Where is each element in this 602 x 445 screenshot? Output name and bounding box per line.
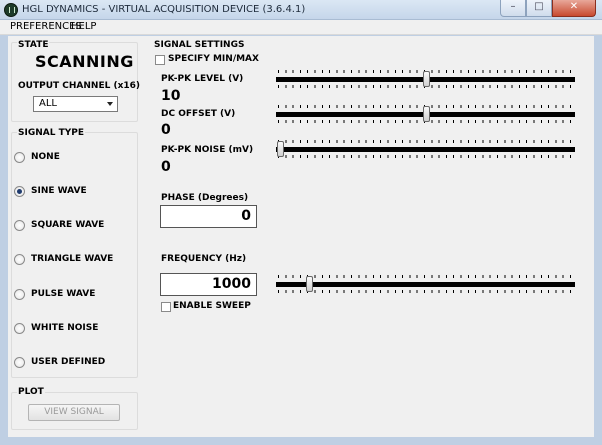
pkpk-level-slider[interactable] bbox=[276, 70, 575, 88]
signal-type-option[interactable]: USER DEFINED bbox=[14, 355, 105, 369]
signal-type-option-label: NONE bbox=[31, 152, 60, 162]
signal-type-option[interactable]: NONE bbox=[14, 150, 60, 164]
frequency-slider[interactable] bbox=[276, 275, 575, 293]
output-channel-select[interactable]: ALL bbox=[33, 96, 118, 112]
state-value: SCANNING bbox=[35, 52, 134, 71]
slider-ticks bbox=[278, 290, 573, 293]
main-panel: STATE SCANNING OUTPUT CHANNEL (x16) ALL … bbox=[8, 36, 594, 437]
view-signal-button[interactable]: VIEW SIGNAL bbox=[28, 404, 120, 421]
slider-ticks bbox=[278, 140, 573, 143]
dc-offset-value: 0 bbox=[161, 122, 171, 138]
frequency-value: 1000 bbox=[212, 276, 251, 292]
slider-track bbox=[276, 147, 575, 152]
minimize-button[interactable]: – bbox=[500, 0, 526, 17]
pkpk-level-value: 10 bbox=[161, 88, 181, 104]
menu-help[interactable]: HELP bbox=[71, 21, 96, 32]
pkpk-noise-value: 0 bbox=[161, 159, 171, 175]
radio-button[interactable] bbox=[14, 253, 25, 265]
frequency-input[interactable]: 1000 bbox=[160, 273, 257, 296]
signal-type-option-label: TRIANGLE WAVE bbox=[31, 254, 114, 264]
radio-button[interactable] bbox=[14, 185, 25, 197]
signal-type-option-label: PULSE WAVE bbox=[31, 289, 96, 299]
chevron-down-icon bbox=[107, 102, 113, 106]
signal-type-option-label: SINE WAVE bbox=[31, 186, 87, 196]
plot-label: PLOT bbox=[17, 387, 45, 397]
minimize-icon: – bbox=[510, 1, 516, 12]
phase-input[interactable]: 0 bbox=[160, 205, 257, 228]
specify-minmax-label: SPECIFY MIN/MAX bbox=[168, 54, 259, 64]
slider-thumb[interactable] bbox=[306, 276, 314, 292]
window-controls: – □ ✕ bbox=[500, 0, 596, 18]
menu-bar: PREFERENCES HELP bbox=[0, 20, 602, 35]
enable-sweep-label: ENABLE SWEEP bbox=[173, 301, 251, 311]
radio-button[interactable] bbox=[14, 288, 25, 300]
close-icon: ✕ bbox=[569, 1, 579, 12]
signal-type-option-label: WHITE NOISE bbox=[31, 323, 99, 333]
slider-ticks bbox=[278, 155, 573, 158]
radio-button[interactable] bbox=[14, 356, 25, 368]
output-channel-value: ALL bbox=[39, 98, 57, 109]
phase-value: 0 bbox=[241, 208, 251, 224]
pkpk-noise-slider[interactable] bbox=[276, 140, 575, 158]
specify-minmax-checkbox[interactable] bbox=[155, 55, 165, 65]
slider-thumb[interactable] bbox=[422, 106, 430, 122]
close-button[interactable]: ✕ bbox=[552, 0, 596, 17]
signal-settings-label: SIGNAL SETTINGS bbox=[153, 40, 246, 50]
signal-type-option[interactable]: PULSE WAVE bbox=[14, 287, 95, 301]
signal-type-option[interactable]: WHITE NOISE bbox=[14, 321, 98, 335]
output-channel-label: OUTPUT CHANNEL (x16) bbox=[18, 81, 141, 91]
signal-type-option[interactable]: SINE WAVE bbox=[14, 184, 87, 198]
dc-offset-label: DC OFFSET (V) bbox=[161, 109, 236, 119]
radio-button[interactable] bbox=[14, 322, 25, 334]
maximize-icon: □ bbox=[534, 1, 544, 12]
phase-label: PHASE (Degrees) bbox=[161, 193, 249, 203]
enable-sweep-checkbox[interactable] bbox=[161, 302, 171, 312]
radio-button[interactable] bbox=[14, 151, 25, 163]
title-bar: HGL DYNAMICS - VIRTUAL ACQUISITION DEVIC… bbox=[0, 0, 602, 20]
slider-thumb[interactable] bbox=[422, 71, 430, 87]
signal-type-option[interactable]: TRIANGLE WAVE bbox=[14, 252, 113, 266]
pkpk-noise-label: PK-PK NOISE (mV) bbox=[161, 145, 254, 155]
window-title: HGL DYNAMICS - VIRTUAL ACQUISITION DEVIC… bbox=[22, 4, 306, 15]
signal-type-label: SIGNAL TYPE bbox=[17, 128, 85, 138]
slider-ticks bbox=[278, 275, 573, 278]
pkpk-level-label: PK-PK LEVEL (V) bbox=[161, 74, 244, 84]
maximize-button[interactable]: □ bbox=[526, 0, 552, 17]
dc-offset-slider[interactable] bbox=[276, 105, 575, 123]
slider-track bbox=[276, 282, 575, 287]
slider-thumb[interactable] bbox=[277, 141, 284, 157]
frequency-label: FREQUENCY (Hz) bbox=[161, 254, 247, 264]
radio-button[interactable] bbox=[14, 219, 25, 231]
state-label: STATE bbox=[17, 40, 50, 50]
signal-type-option-label: SQUARE WAVE bbox=[31, 220, 105, 230]
signal-type-option-label: USER DEFINED bbox=[31, 357, 106, 367]
signal-type-option[interactable]: SQUARE WAVE bbox=[14, 218, 104, 232]
app-logo-icon bbox=[4, 3, 18, 17]
